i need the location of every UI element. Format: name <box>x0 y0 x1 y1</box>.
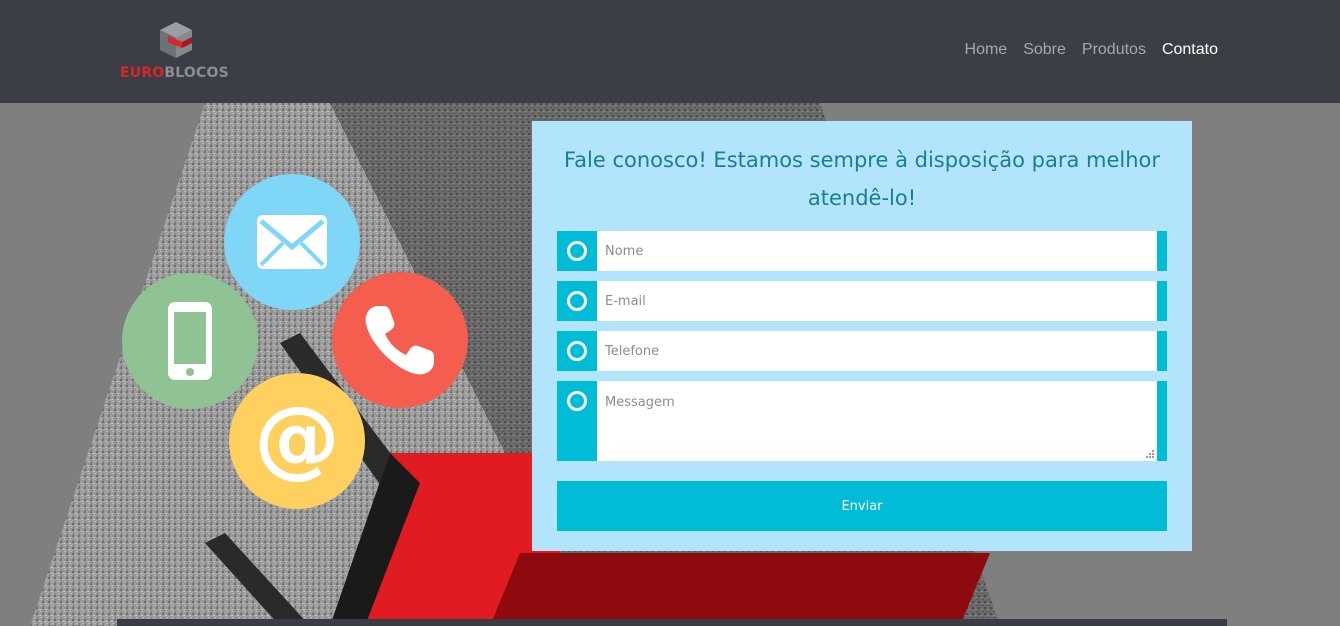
name-field <box>557 231 1167 271</box>
header-bar: EUROBLOCOS Home Sobre Produtos Contato <box>0 0 1340 103</box>
logo-text-euro: EURO <box>120 65 165 81</box>
field-marker <box>557 381 597 461</box>
main-nav: Home Sobre Produtos Contato <box>965 41 1218 59</box>
field-marker <box>557 281 597 321</box>
email-field <box>557 281 1167 321</box>
nav-home[interactable]: Home <box>965 41 1008 59</box>
logo-text-blocos: BLOCOS <box>164 65 229 81</box>
envelope-icon <box>224 174 360 310</box>
field-marker <box>557 331 597 371</box>
name-input[interactable] <box>605 231 1145 271</box>
email-input[interactable] <box>605 281 1145 321</box>
radio-ring-icon <box>567 291 587 311</box>
logo-wordmark: EUROBLOCOS <box>120 65 229 81</box>
nav-produtos[interactable]: Produtos <box>1082 41 1146 59</box>
message-field <box>557 381 1167 461</box>
nav-sobre[interactable]: Sobre <box>1023 41 1066 59</box>
phone-input[interactable] <box>605 331 1145 371</box>
send-button[interactable]: Enviar <box>557 481 1167 531</box>
phone-field <box>557 331 1167 371</box>
contact-form: Fale conosco! Estamos sempre à disposiçã… <box>532 121 1192 551</box>
form-title: Fale conosco! Estamos sempre à disposiçã… <box>564 148 1160 210</box>
field-edge <box>1157 331 1167 371</box>
field-edge <box>1157 381 1167 461</box>
message-textarea[interactable] <box>605 395 1145 455</box>
field-marker <box>557 231 597 271</box>
phone-handset-icon <box>332 272 468 408</box>
radio-ring-icon <box>567 341 587 361</box>
radio-ring-icon <box>567 391 587 411</box>
field-edge <box>1157 231 1167 271</box>
radio-ring-icon <box>567 241 587 261</box>
at-sign-glyph: @ <box>254 388 340 488</box>
euroblocos-logo[interactable]: EUROBLOCOS <box>118 18 238 82</box>
resize-grip-icon[interactable] <box>1146 450 1154 458</box>
nav-contato[interactable]: Contato <box>1162 41 1218 59</box>
field-edge <box>1157 281 1167 321</box>
footer-strip <box>117 619 1227 626</box>
mobile-phone-icon <box>122 273 258 409</box>
logo-cube-icon <box>160 22 192 58</box>
at-sign-icon: @ <box>229 373 365 509</box>
